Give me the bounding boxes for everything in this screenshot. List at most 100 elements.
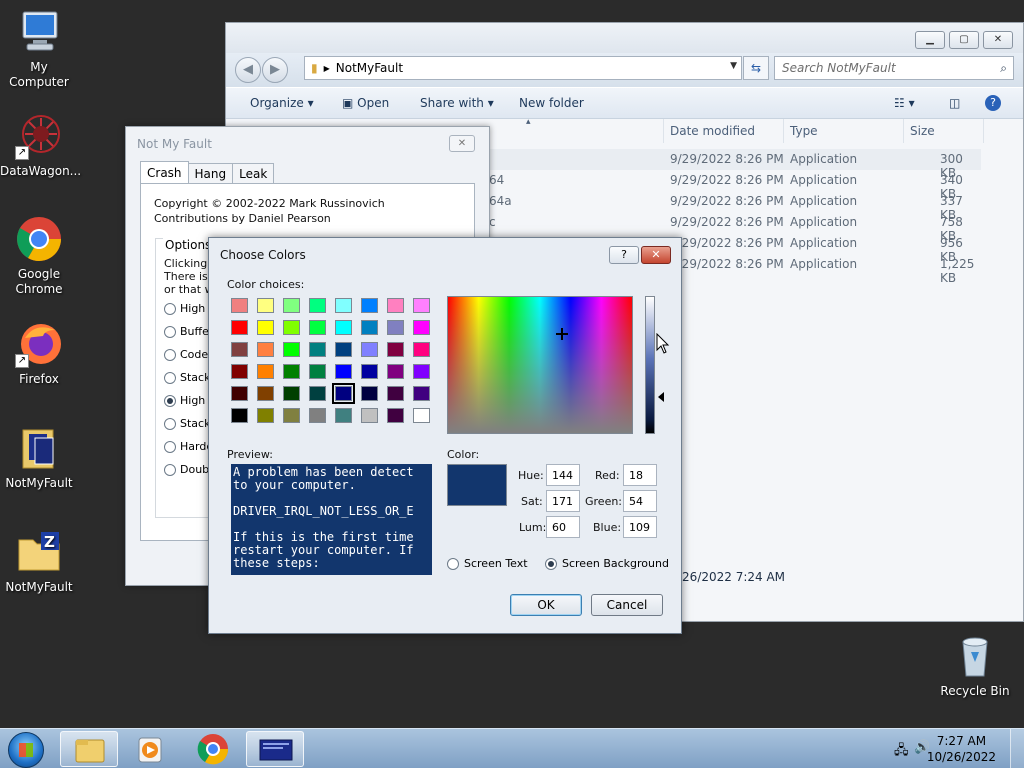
radio-button[interactable] bbox=[447, 557, 459, 570]
sat-field[interactable]: 171 bbox=[546, 490, 580, 512]
desktop-icon-notmyfault-zip[interactable]: Z NotMyFault bbox=[0, 528, 78, 595]
color-swatch[interactable] bbox=[283, 342, 300, 357]
close-button[interactable]: ✕ bbox=[641, 246, 671, 264]
color-swatch[interactable] bbox=[231, 298, 248, 313]
crash-option[interactable]: Stack bbox=[164, 417, 209, 430]
new-folder-button[interactable]: New folder bbox=[519, 96, 584, 110]
color-swatch[interactable] bbox=[361, 386, 378, 401]
desktop-icon-my-computer[interactable]: My Computer bbox=[0, 8, 78, 90]
screen-text-option[interactable]: Screen Text bbox=[447, 557, 528, 570]
color-swatch[interactable] bbox=[413, 364, 430, 379]
color-swatch[interactable] bbox=[309, 342, 326, 357]
column-type[interactable]: Type bbox=[790, 124, 818, 138]
color-swatch[interactable] bbox=[283, 408, 300, 423]
color-swatch[interactable] bbox=[335, 298, 352, 313]
color-swatch[interactable] bbox=[387, 342, 404, 357]
back-button[interactable]: ◀ bbox=[235, 57, 261, 83]
maximize-button[interactable]: ▢ bbox=[949, 31, 979, 49]
desktop-icon-datawagon[interactable]: ↗ DataWagon... bbox=[0, 112, 81, 179]
desktop-icon-chrome[interactable]: Google Chrome bbox=[0, 215, 78, 297]
color-swatch[interactable] bbox=[257, 408, 274, 423]
green-field[interactable]: 54 bbox=[623, 490, 657, 512]
network-icon[interactable]: 🖧 bbox=[894, 741, 909, 763]
taskbar-explorer-button[interactable] bbox=[60, 731, 118, 767]
color-swatch[interactable] bbox=[257, 386, 274, 401]
color-swatch[interactable] bbox=[332, 383, 355, 404]
radio-button[interactable] bbox=[164, 371, 176, 384]
color-swatch[interactable] bbox=[387, 386, 404, 401]
crash-option[interactable]: Stack bbox=[164, 371, 209, 384]
file-row[interactable]: 64a 9/29/2022 8:26 PM Application 337 KB bbox=[481, 191, 981, 222]
radio-button[interactable] bbox=[164, 325, 176, 338]
color-swatch[interactable] bbox=[335, 408, 352, 423]
address-field[interactable]: ▮ ▶ NotMyFault ▼ bbox=[304, 56, 742, 80]
color-swatch[interactable] bbox=[257, 342, 274, 357]
crash-option[interactable]: Buffer bbox=[164, 325, 209, 338]
color-swatch[interactable] bbox=[361, 408, 378, 423]
red-field[interactable]: 18 bbox=[623, 464, 657, 486]
close-button[interactable]: ✕ bbox=[983, 31, 1013, 49]
hue-field[interactable]: 144 bbox=[546, 464, 580, 486]
color-swatch[interactable] bbox=[283, 364, 300, 379]
crash-option[interactable]: Code c bbox=[164, 348, 209, 361]
crash-option[interactable]: High I bbox=[164, 302, 209, 315]
color-swatch[interactable] bbox=[413, 320, 430, 335]
organize-button[interactable]: Organize ▾ bbox=[250, 96, 314, 110]
lum-field[interactable]: 60 bbox=[546, 516, 580, 538]
start-button[interactable] bbox=[8, 732, 44, 768]
color-swatch[interactable] bbox=[309, 320, 326, 335]
desktop-icon-notmyfault-folder[interactable]: NotMyFault bbox=[0, 424, 78, 491]
taskbar-media-player-button[interactable] bbox=[122, 731, 180, 767]
taskbar-notmyfault-button[interactable] bbox=[246, 731, 304, 767]
forward-button[interactable]: ▶ bbox=[262, 57, 288, 83]
search-icon[interactable]: ⌕ bbox=[1000, 57, 1007, 79]
column-date-modified[interactable]: Date modified bbox=[670, 124, 755, 138]
radio-button[interactable] bbox=[545, 557, 557, 570]
color-swatch[interactable] bbox=[413, 386, 430, 401]
column-size[interactable]: Size bbox=[910, 124, 935, 138]
taskbar-chrome-button[interactable] bbox=[184, 731, 242, 767]
radio-button[interactable] bbox=[164, 463, 176, 476]
show-desktop-button[interactable] bbox=[1010, 729, 1024, 768]
color-swatch[interactable] bbox=[283, 298, 300, 313]
color-swatch[interactable] bbox=[361, 342, 378, 357]
color-swatch[interactable] bbox=[309, 386, 326, 401]
color-swatch[interactable] bbox=[257, 298, 274, 313]
color-swatch[interactable] bbox=[257, 364, 274, 379]
share-with-button[interactable]: Share with ▾ bbox=[420, 96, 494, 110]
color-swatch[interactable] bbox=[309, 364, 326, 379]
crosshair-icon[interactable] bbox=[556, 328, 568, 340]
color-swatch[interactable] bbox=[361, 298, 378, 313]
color-swatch[interactable] bbox=[231, 386, 248, 401]
color-swatch[interactable] bbox=[413, 408, 430, 423]
color-swatch[interactable] bbox=[413, 298, 430, 313]
clock[interactable]: 7:27 AM 10/26/2022 bbox=[927, 733, 996, 765]
radio-button[interactable] bbox=[164, 417, 176, 430]
color-swatch[interactable] bbox=[387, 320, 404, 335]
desktop-icon-firefox[interactable]: ↗ Firefox bbox=[0, 320, 78, 387]
color-swatch[interactable] bbox=[413, 342, 430, 357]
color-spectrum[interactable] bbox=[447, 296, 633, 434]
search-input[interactable]: Search NotMyFault ⌕ bbox=[774, 56, 1014, 80]
color-swatch[interactable] bbox=[335, 320, 352, 335]
crash-option[interactable]: Hardco bbox=[164, 440, 209, 453]
chevron-down-icon[interactable]: ▼ bbox=[730, 61, 737, 71]
screen-background-option[interactable]: Screen Background bbox=[545, 557, 669, 570]
color-swatch[interactable] bbox=[387, 364, 404, 379]
views-icon[interactable]: ☷ ▾ bbox=[894, 96, 915, 110]
radio-button[interactable] bbox=[164, 394, 176, 407]
crash-option[interactable]: Double bbox=[164, 463, 209, 476]
radio-button[interactable] bbox=[164, 302, 176, 315]
tab-crash[interactable]: Crash bbox=[140, 161, 189, 184]
color-swatch[interactable] bbox=[257, 320, 274, 335]
ok-button[interactable]: OK bbox=[510, 594, 582, 616]
luminance-slider[interactable] bbox=[645, 296, 655, 434]
color-swatch[interactable] bbox=[387, 408, 404, 423]
luminance-arrow-icon[interactable] bbox=[658, 392, 664, 402]
file-row[interactable]: 64 9/29/2022 8:26 PM Application 340 KB bbox=[481, 170, 981, 201]
color-swatch[interactable] bbox=[335, 342, 352, 357]
cancel-button[interactable]: Cancel bbox=[591, 594, 663, 616]
minimize-button[interactable]: ▁ bbox=[915, 31, 945, 49]
color-swatch[interactable] bbox=[335, 364, 352, 379]
preview-pane-icon[interactable]: ◫ bbox=[949, 96, 960, 110]
